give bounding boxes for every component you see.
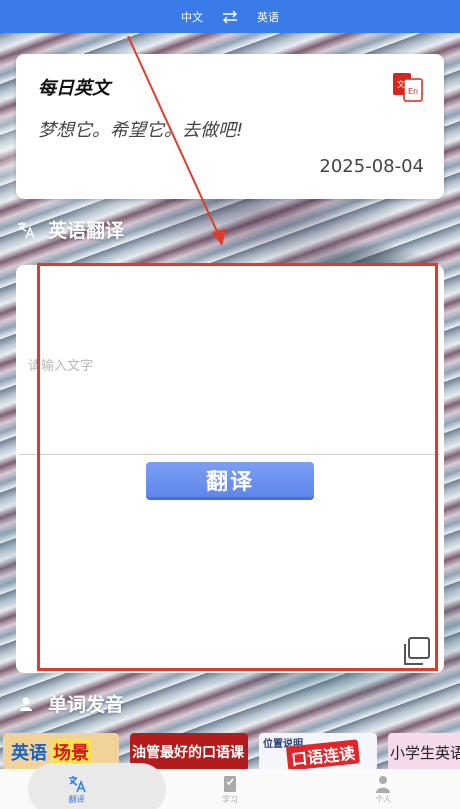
daily-english-card: 每日英文 文 En 梦想它。希望它。去做吧! 2025-08-04 <box>16 54 444 199</box>
source-language[interactable]: 中文 <box>181 9 203 25</box>
dictionary-icon[interactable]: 文 En <box>392 72 424 102</box>
translate-section-title: 英语翻译 <box>48 220 125 242</box>
nav-label: 个人 <box>375 794 392 804</box>
nav-label: 学习 <box>221 794 238 804</box>
nav-item-study[interactable]: 学习 <box>153 769 306 809</box>
course-banner[interactable]: 位置说明 口语连读 <box>259 733 377 771</box>
translate-icon <box>68 775 86 792</box>
banner-text: 油管最好的口语课 <box>132 745 244 761</box>
translate-input[interactable] <box>24 325 434 445</box>
target-language[interactable]: 英语 <box>257 9 279 25</box>
divider <box>19 454 440 455</box>
translate-card: 翻译 <box>16 265 444 673</box>
nav-item-translate[interactable]: 翻译 <box>0 763 167 809</box>
book-icon <box>223 775 236 792</box>
daily-date: 2025-08-04 <box>319 156 424 177</box>
translate-section-header: 英语翻译 <box>16 216 124 243</box>
translate-button[interactable]: 翻译 <box>146 462 314 497</box>
translate-icon <box>18 221 35 238</box>
svg-text:文: 文 <box>397 79 405 89</box>
language-switch-bar: 中文 英语 <box>0 0 460 33</box>
swap-icon[interactable] <box>221 10 239 24</box>
banner-text: 英语 <box>11 743 47 764</box>
course-banner[interactable]: 小学生英语 <box>388 733 460 771</box>
svg-text:En: En <box>408 87 418 96</box>
bottom-navigation: 翻译 学习 个人 <box>0 763 460 809</box>
profile-icon <box>376 775 391 793</box>
pronounce-section-title: 单词发音 <box>48 694 125 716</box>
banner-text: 场景 <box>51 739 91 765</box>
daily-title: 每日英文 <box>38 78 110 99</box>
pronounce-section-header: 单词发音 <box>16 690 124 717</box>
daily-quote: 梦想它。希望它。去做吧! <box>38 120 244 141</box>
nav-label: 翻译 <box>68 794 85 804</box>
person-icon <box>20 697 32 711</box>
nav-item-profile[interactable]: 个人 <box>307 769 460 809</box>
banner-text: 小学生英语 <box>390 743 460 762</box>
copy-icon[interactable] <box>400 635 432 667</box>
